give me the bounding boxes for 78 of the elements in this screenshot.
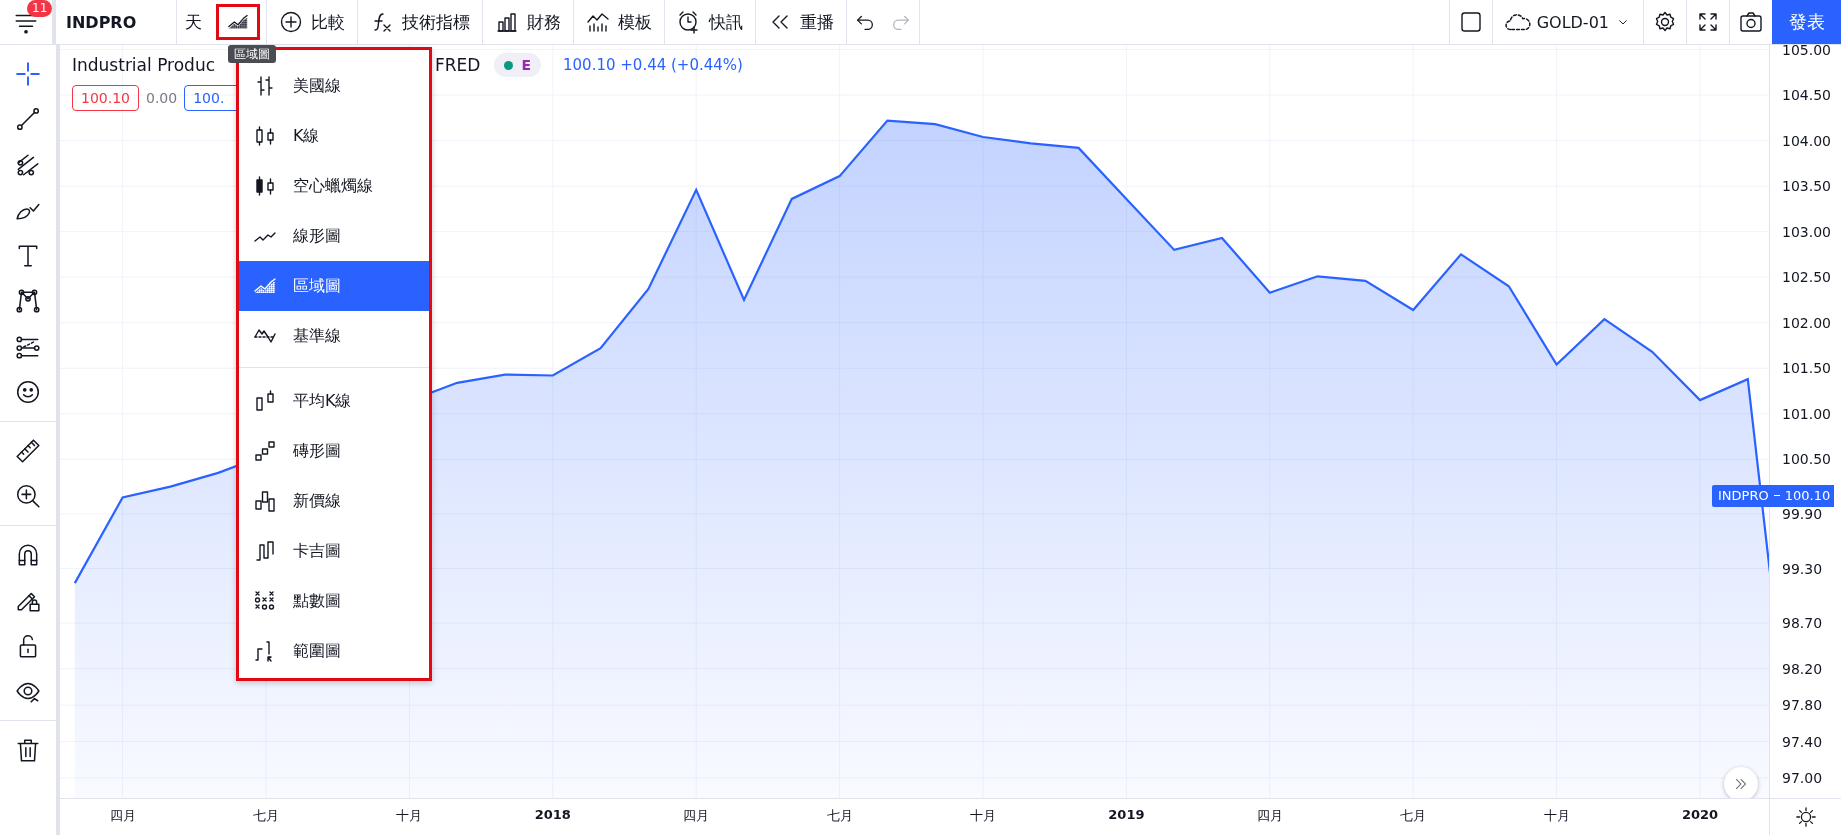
axis-label: 七月 <box>1400 807 1427 825</box>
status-letter: E <box>521 57 531 73</box>
candles-icon <box>253 124 277 148</box>
hollow-candles-icon <box>253 174 277 198</box>
axis-label: 2018 <box>534 807 571 822</box>
menu-button[interactable]: 11 <box>0 0 56 44</box>
axis-label: 104.00 <box>1782 131 1831 150</box>
camera-icon <box>1739 10 1763 34</box>
bar-chart-icon <box>495 10 519 34</box>
axis-label: 2019 <box>1108 807 1145 822</box>
financials-button[interactable]: 財務 <box>483 0 573 44</box>
symbol-label: INDPRO <box>1718 488 1769 504</box>
settings-icon <box>1653 10 1677 34</box>
axis-label: 100.50 <box>1782 450 1831 469</box>
axis-label: 97.40 <box>1782 732 1823 751</box>
price-value: 100.10 <box>1784 488 1831 504</box>
sun-icon <box>1794 806 1817 828</box>
axis-label: 98.20 <box>1782 659 1823 678</box>
axis-label: 97.00 <box>1782 768 1823 787</box>
menu-item[interactable]: 新價線 <box>239 476 429 526</box>
series-title: Industrial Produc <box>72 55 215 75</box>
menu-item[interactable]: 基準線 <box>239 311 429 361</box>
heikin-ashi-icon <box>253 389 277 413</box>
publish-button[interactable]: 發表 <box>1772 0 1841 44</box>
axis-label: 四月 <box>683 807 710 825</box>
renko-icon <box>253 439 277 463</box>
sell-price-box[interactable]: 100.10 <box>72 85 139 111</box>
axis-label: 十月 <box>970 807 996 825</box>
layout-name-button[interactable]: GOLD-01 <box>1492 0 1643 44</box>
indicators-button[interactable]: 技術指標 <box>358 0 482 44</box>
alert-button[interactable]: 快訊 <box>665 0 755 44</box>
menu-item[interactable]: 範圍圖 <box>239 626 429 676</box>
axis-label: 101.00 <box>1782 404 1831 423</box>
axis-label: 四月 <box>1256 807 1283 825</box>
spread-value: 0.00 <box>146 90 178 106</box>
axis-label: 103.50 <box>1782 177 1831 196</box>
fullscreen-icon <box>1696 10 1720 34</box>
chart-type-button[interactable] <box>216 4 260 40</box>
templates-button[interactable]: 模板 <box>574 0 664 44</box>
notification-badge: 11 <box>27 0 53 17</box>
axis-label: 99.30 <box>1782 559 1823 578</box>
quote-text: 100.10 +0.44 (+0.44%) <box>563 56 743 74</box>
menu-item[interactable]: 線形圖 <box>239 211 429 261</box>
axis-label: 105.00 <box>1782 45 1831 59</box>
axis-label: 七月 <box>253 807 279 825</box>
axis-label: 97.80 <box>1782 696 1823 715</box>
axis-label: 四月 <box>109 807 136 825</box>
symbol-button[interactable]: INDPRO <box>56 0 176 44</box>
axis-label: 102.50 <box>1782 268 1831 287</box>
square-icon <box>1458 10 1483 34</box>
interval-button[interactable]: 天 <box>177 0 210 44</box>
axis-label: 104.50 <box>1782 86 1831 105</box>
plus-circle-icon <box>279 10 303 34</box>
axis-label: 103.00 <box>1782 222 1831 241</box>
axis-label: 十月 <box>396 807 423 825</box>
kagi-icon <box>253 539 277 563</box>
menu-item[interactable]: 空心蠟燭線 <box>239 161 429 211</box>
axis-label: 99.90 <box>1782 504 1823 523</box>
menu-item[interactable]: 卡吉圖 <box>239 526 429 576</box>
point-figure-icon <box>253 589 277 613</box>
axis-label: 98.70 <box>1782 614 1823 633</box>
menu-item[interactable]: 平均K線 <box>239 376 429 426</box>
axis-label: 十月 <box>1543 807 1570 825</box>
axis-label: 102.00 <box>1782 313 1831 332</box>
axis-label: 2020 <box>1681 807 1719 822</box>
menu-item[interactable]: 磚形圖 <box>239 426 429 476</box>
replay-button[interactable]: 重播 <box>756 0 846 44</box>
menu-item[interactable]: 點數圖 <box>239 576 429 626</box>
tooltip: 區域圖 <box>228 45 276 63</box>
compare-button[interactable]: 比較 <box>267 0 357 44</box>
menu-item[interactable]: K線 <box>239 111 429 161</box>
source-label: FRED <box>435 55 481 75</box>
line-break-icon <box>253 489 277 513</box>
axis-label: 七月 <box>826 807 853 825</box>
axis-label: 101.50 <box>1782 359 1831 378</box>
alarm-clock-icon <box>677 10 701 34</box>
menu-item[interactable]: 區域圖 <box>239 261 429 311</box>
status-dot <box>504 60 514 70</box>
